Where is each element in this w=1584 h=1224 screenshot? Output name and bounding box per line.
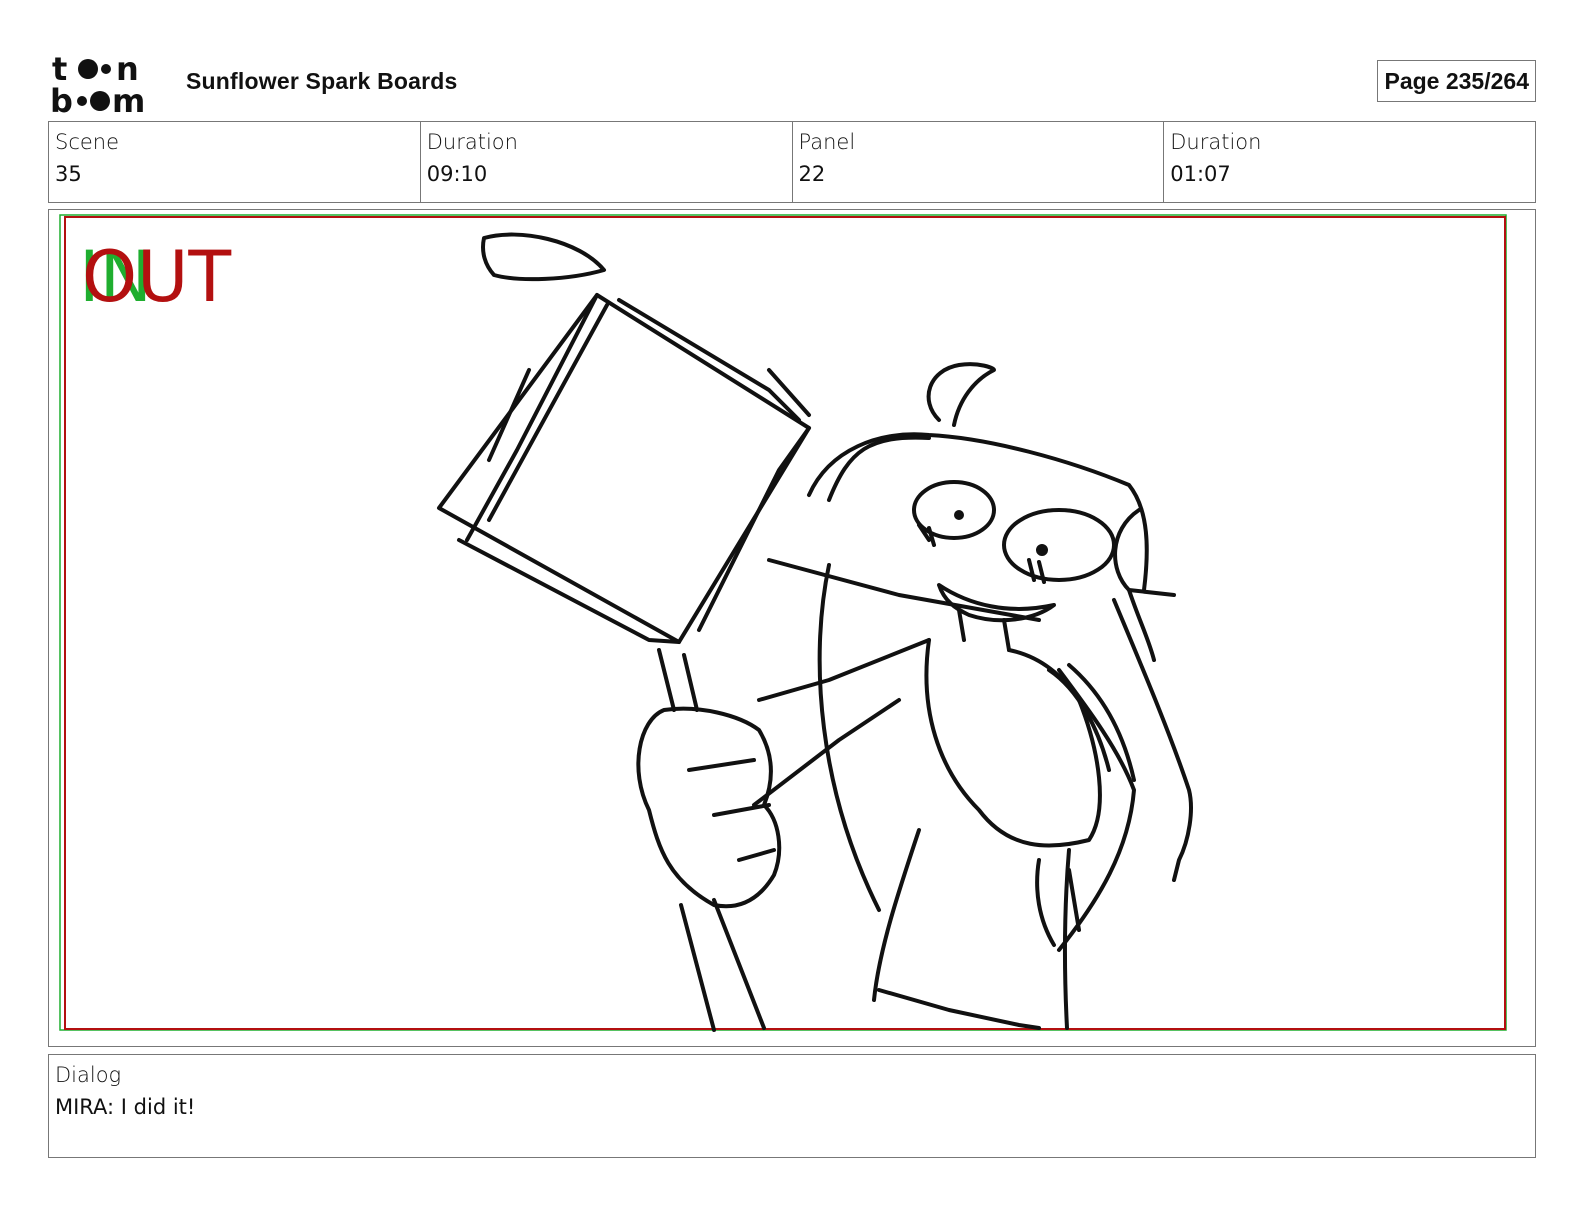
panel-label: Panel [798,130,856,154]
board-title: Sunflower Spark Boards [186,68,458,94]
head-sketch [807,432,1149,592]
hammer-handle-sketch [657,648,699,712]
svg-text:b: b [52,82,73,114]
arm-sketch [752,638,931,807]
scene-duration-label: Duration [426,130,518,154]
scene-duration-cell: Duration 09:10 [421,122,793,202]
page-header: t n b m Sunflower Spark Boards Page 235/… [48,48,1536,120]
panel-duration-cell: Duration 01:07 [1164,122,1535,202]
dialog-section: Dialog MIRA: I did it! [48,1054,1536,1158]
svg-text:m: m [112,82,145,114]
panel-cell: Panel 22 [793,122,1165,202]
dialog-label: Dialog [55,1063,122,1087]
leaf-sketch [481,232,606,282]
left-eye-sketch [912,480,996,540]
scene-info-table: Scene 35 Duration 09:10 Panel 22 Duratio… [48,121,1536,203]
storyboard-panel: IN OUT [48,209,1536,1047]
skirt-sketch [872,828,1041,1030]
hammer-head-sketch [437,293,811,644]
panel-sketch [59,214,1507,1032]
scene-value: 35 [55,162,82,186]
panel-value: 22 [798,162,826,186]
right-eye-sketch [1002,508,1116,582]
in-field-frame [59,214,1507,1031]
out-marker: OUT [82,236,232,318]
scene-cell: Scene 35 [49,122,421,202]
in-out-markers: IN OUT [79,242,259,312]
panel-duration-label: Duration [1170,130,1262,154]
page-counter: Page 235/264 [1377,60,1536,102]
toon-boom-logo: t n b m [50,50,164,120]
scene-label: Scene [55,130,120,154]
dialog-text: MIRA: I did it! [55,1095,196,1119]
panel-duration-value: 01:07 [1170,162,1231,186]
out-field-frame [64,216,1506,1030]
scene-duration-value: 09:10 [426,162,488,186]
mouth-sketch [937,583,1056,623]
hair-curl-sketch [926,362,996,427]
